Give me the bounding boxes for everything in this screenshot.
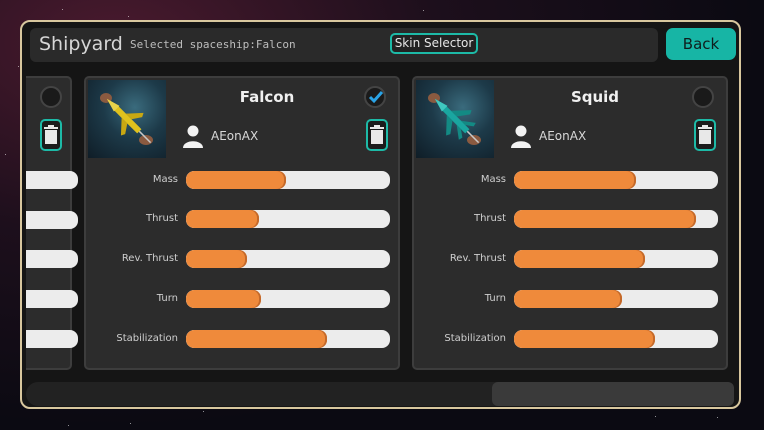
shipyard-window: Shipyard Selected spaceship:Falcon Skin … <box>20 20 741 409</box>
select-checkbox[interactable] <box>40 86 62 108</box>
stat-fill-mass <box>514 171 637 189</box>
delete-button[interactable] <box>40 119 62 151</box>
falcon-ship-icon <box>100 93 153 145</box>
stat-fill-stabilization <box>514 330 655 348</box>
ship-name: Squid <box>570 88 620 106</box>
trash-icon <box>370 125 384 144</box>
trash-icon <box>698 125 712 144</box>
stat-fill-turn <box>514 290 623 308</box>
author-name: AEonAX <box>539 129 587 143</box>
stat-label-thrust: Thrust <box>473 213 506 224</box>
stat-bar-mass <box>186 171 390 189</box>
stat-label-turn: Turn <box>156 293 178 304</box>
trash-icon <box>44 125 58 144</box>
stat-label-mass: Mass <box>152 174 178 185</box>
star <box>68 425 69 426</box>
selected-ship-text: Selected spaceship:Falcon <box>130 38 296 51</box>
stat-label-rev-thrust: Rev. Thrust <box>121 253 178 264</box>
squid-ship-icon <box>428 93 481 145</box>
checkmark-icon <box>368 91 384 104</box>
star <box>130 423 131 424</box>
star <box>423 10 424 11</box>
stat-bar <box>26 330 78 348</box>
stat-label-rev-thrust: Rev. Thrust <box>449 253 506 264</box>
stat-bar-thrust <box>514 210 718 228</box>
stat-label-mass: Mass <box>480 174 506 185</box>
person-icon <box>511 125 531 148</box>
stat-bar-rev-thrust <box>514 250 718 268</box>
stat-bar-stabilization <box>186 330 390 348</box>
select-checkbox[interactable] <box>364 86 386 108</box>
ship-thumbnail <box>88 80 166 158</box>
star <box>717 417 718 418</box>
stat-fill-thrust <box>514 210 696 228</box>
star <box>128 16 129 17</box>
ship-thumbnail <box>416 80 494 158</box>
select-checkbox[interactable] <box>692 86 714 108</box>
skin-selector-button[interactable]: Skin Selector <box>390 33 478 54</box>
delete-button[interactable] <box>694 119 716 151</box>
stat-bar-turn <box>186 290 390 308</box>
stat-bar-stabilization <box>514 330 718 348</box>
star <box>62 9 63 10</box>
stat-bar-mass <box>514 171 718 189</box>
delete-button[interactable] <box>366 119 388 151</box>
ship-card-partial[interactable] <box>26 76 78 370</box>
ship-carousel: Falcon AEonAX Mass Thrust Rev. Thrust Tu… <box>26 70 739 375</box>
stat-label-thrust: Thrust <box>145 213 178 224</box>
ship-card-squid[interactable]: Squid AEonAX Mass Thrust Rev. Thrust Tur… <box>412 76 728 370</box>
author-name: AEonAX <box>211 129 259 143</box>
star <box>5 154 6 155</box>
star <box>655 416 656 417</box>
scrollbar-thumb[interactable] <box>492 382 734 406</box>
stat-fill-rev-thrust <box>186 250 248 268</box>
ship-name: Falcon <box>239 88 295 106</box>
back-button[interactable]: Back <box>666 28 736 60</box>
stat-label-stabilization: Stabilization <box>116 333 178 344</box>
page-title: Shipyard <box>39 33 123 55</box>
stat-label-turn: Turn <box>484 293 506 304</box>
ship-card-falcon[interactable]: Falcon AEonAX Mass Thrust Rev. Thrust Tu… <box>84 76 400 370</box>
header-bar: Shipyard Selected spaceship:Falcon Skin … <box>30 28 658 62</box>
stat-fill-stabilization <box>186 330 327 348</box>
stat-fill-thrust <box>186 210 260 228</box>
stat-bar-thrust <box>186 210 390 228</box>
star <box>18 66 19 67</box>
stat-fill-rev-thrust <box>514 250 645 268</box>
star <box>203 411 204 412</box>
stat-bar <box>26 211 78 229</box>
stat-fill-mass <box>186 171 286 189</box>
person-icon <box>183 125 203 148</box>
stat-bar <box>26 290 78 308</box>
stat-bar-rev-thrust <box>186 250 390 268</box>
stat-bar-turn <box>514 290 718 308</box>
horizontal-scrollbar[interactable] <box>26 382 734 406</box>
stat-bar <box>26 250 78 268</box>
stat-label-stabilization: Stabilization <box>444 333 506 344</box>
stat-fill-turn <box>186 290 262 308</box>
stat-bar <box>26 171 78 189</box>
